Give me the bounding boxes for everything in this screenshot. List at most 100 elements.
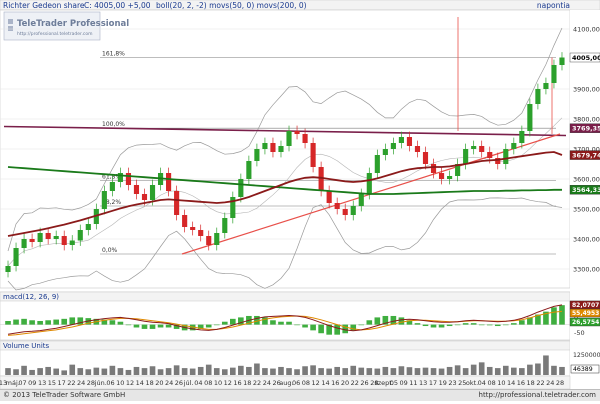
volume-bar [454,365,461,375]
volume-bar [358,367,365,375]
macd-histogram-bar [494,324,501,327]
macd-histogram-bar [221,321,228,325]
candle-body [326,191,332,203]
candle-body [382,149,388,155]
macd-histogram-bar [37,321,43,325]
macd-histogram-bar [213,324,220,326]
macd-histogram-bar [53,319,59,325]
candle-body [310,143,316,167]
volume-bar [470,364,477,375]
date-label: 22 [253,379,261,387]
volume-bar [374,368,381,375]
macd-histogram-bar [551,307,557,325]
date-label: 22 [536,379,544,387]
fib-label: 0,0% [102,247,118,254]
candle-body [166,173,172,191]
macd-histogram-bar [278,321,284,325]
macd-histogram-bar [133,324,140,328]
date-label: 22 [67,379,75,387]
macd-histogram-bar [502,324,509,326]
macd-histogram-bar [205,324,212,328]
date-label: 24 [263,379,271,387]
volume-bar [117,368,124,375]
volume-bar [511,367,517,375]
macd-histogram-bar [109,320,116,325]
macd-label: macd(12, 26, 9) [3,293,59,301]
candle-body [527,104,533,131]
macd-histogram-bar [29,320,35,325]
candle-body [487,152,493,158]
candle-body [222,218,228,233]
date-label: 08 [487,379,495,387]
candle-body [174,191,180,215]
candle-body [406,137,413,146]
volume-bar [334,366,340,375]
volume-bar [173,365,180,375]
volume-bar [101,368,108,375]
candle-body [278,146,284,152]
candle-body [254,149,260,161]
volume-bar [29,369,35,375]
candle-body [206,236,212,245]
candle-body [503,149,509,164]
macd-histogram-bar [149,324,156,329]
volume-bar [438,368,445,375]
candle-body [390,143,396,149]
volume-bar [519,368,525,375]
volume-bar [53,368,59,375]
macd-histogram-bar [470,323,477,325]
date-label: 14 [136,379,144,387]
candle-body [125,173,132,185]
date-label: 22 [351,379,359,387]
candle-body [109,182,115,191]
candle-body [551,65,557,83]
macd-histogram-bar [422,324,429,327]
candle-body [246,161,252,179]
volume-bar [422,367,429,375]
date-label: 24 [77,379,85,387]
date-label: 12 [224,379,232,387]
price-tick-label: 3300,00 [573,266,600,274]
date-label: 10 [116,379,124,387]
volume-bar [494,368,501,375]
date-label: 12 [312,379,320,387]
volume-bar [502,365,509,375]
volume-bar [262,368,268,375]
volume-bar [398,366,405,375]
date-label: okt. [466,379,478,387]
volume-bar [535,363,541,375]
macd-histogram-bar [511,323,517,325]
date-label: 19 [439,379,447,387]
date-label: 18 [527,379,535,387]
candle-body [190,227,196,230]
candle-body [414,146,421,152]
date-label: 26 [360,379,368,387]
candle-body [77,230,83,241]
price-tick-label: 3900,00 [573,86,600,94]
volume-bar [230,367,236,375]
price-badge-label: 4005,00 [572,54,600,62]
volume-bar [551,365,557,375]
candle-body [422,152,429,164]
price-tick-label: 3600,00 [573,176,600,184]
candle-body [61,236,67,245]
macd-histogram-bar [69,317,76,325]
candle-body [430,164,437,173]
volume-bar [221,369,228,375]
date-label: 10 [497,379,505,387]
candle-body [198,230,204,236]
macd-histogram-bar [117,321,124,325]
date-label: 05 [390,379,398,387]
macd-histogram-bar [519,320,525,325]
macd-badge-label: 55,4953 [572,310,599,317]
candle-body [21,239,27,248]
close-price-text: C: 4005,00 +5,00 [84,1,151,10]
volume-bar [181,368,188,375]
date-label: 08 [302,379,310,387]
candle-body [262,143,268,149]
price-chart[interactable]: Richter Gedeon share C: 4005,00 +5,00 bo… [0,0,600,400]
candle-body [45,233,51,239]
candle-body [342,209,348,215]
volume-bar [141,368,148,375]
candle-body [286,131,292,146]
